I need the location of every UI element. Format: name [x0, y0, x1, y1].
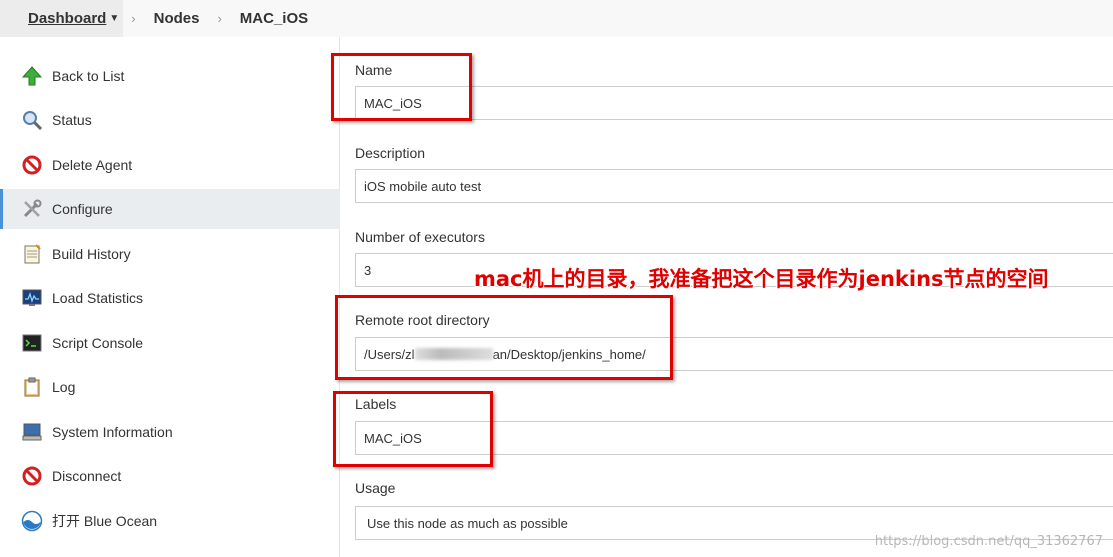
breadcrumb-current[interactable]: MAC_iOS — [230, 0, 318, 37]
no-entry-icon — [21, 465, 43, 487]
annotation-middle: 机上的目录，我准备把这个目录作为 — [522, 267, 859, 291]
sidebar-item-system-information[interactable]: System Information — [0, 412, 340, 452]
blue-ocean-icon — [21, 510, 43, 532]
annotation-end: 节点的空间 — [943, 267, 1049, 291]
highlight-box-labels — [333, 391, 493, 467]
usage-select-value: Use this node as much as possible — [367, 515, 568, 531]
executors-label: Number of executors — [355, 229, 485, 245]
breadcrumb-dashboard[interactable]: Dashboard ▼ — [0, 0, 124, 37]
description-input-value: iOS mobile auto test — [364, 178, 482, 194]
annotation-text: mac机上的目录，我准备把这个目录作为jenkins节点的空间 — [474, 263, 1049, 293]
computer-icon — [21, 421, 43, 443]
usage-label: Usage — [355, 480, 396, 496]
watermark: https://blog.csdn.net/qq_31362767 — [874, 534, 1103, 549]
sidebar-item-load-statistics[interactable]: Load Statistics — [0, 278, 340, 318]
up-arrow-icon — [21, 65, 43, 87]
sidebar-item-label: System Information — [52, 424, 173, 440]
terminal-icon — [21, 332, 43, 354]
sidebar-item-label: Configure — [52, 201, 113, 217]
sidebar-item-back-to-list[interactable]: Back to List — [0, 56, 340, 96]
breadcrumb-dashboard-label[interactable]: Dashboard — [28, 10, 106, 27]
sidebar-item-label: Status — [52, 112, 92, 128]
sidebar-item-label: Script Console — [52, 335, 144, 351]
sidebar-item-delete-agent[interactable]: Delete Agent — [0, 145, 340, 185]
magnifier-icon — [21, 109, 43, 131]
breadcrumb-separator: › — [131, 11, 136, 26]
chevron-down-icon[interactable]: ▼ — [109, 13, 119, 24]
description-label: Description — [355, 145, 426, 161]
breadcrumb-separator: › — [217, 11, 222, 26]
breadcrumb-nodes-label[interactable]: Nodes — [154, 10, 200, 27]
sidebar-item-label: Back to List — [52, 68, 125, 84]
notepad-icon — [21, 243, 43, 265]
breadcrumb: Dashboard ▼ › Nodes › MAC_iOS — [0, 0, 1113, 37]
clipboard-icon — [21, 376, 43, 398]
highlight-box-remote-root — [335, 295, 673, 380]
annotation-bold-prefix: mac — [474, 267, 523, 291]
sidebar-item-configure[interactable]: Configure — [0, 189, 340, 229]
description-input[interactable]: iOS mobile auto test — [355, 169, 1113, 203]
sidebar-item-status[interactable]: Status — [0, 100, 340, 140]
sidebar-item-script-console[interactable]: Script Console — [0, 323, 340, 363]
sidebar-item-build-history[interactable]: Build History — [0, 234, 340, 274]
sidebar-item-blue-ocean[interactable]: 打开 Blue Ocean — [0, 501, 340, 541]
no-entry-icon — [21, 154, 43, 176]
annotation-bold-word: jenkins — [858, 267, 944, 291]
executors-input-value: 3 — [364, 262, 372, 278]
sidebar-item-label: Load Statistics — [52, 290, 144, 306]
sidebar-item-disconnect[interactable]: Disconnect — [0, 456, 340, 496]
sidebar: Back to List Status Delete Agent Configu… — [0, 37, 340, 557]
sidebar-item-log[interactable]: Log — [0, 367, 340, 407]
highlight-box-name — [331, 53, 472, 121]
sidebar-item-label: Build History — [52, 246, 131, 262]
sidebar-item-label: Delete Agent — [52, 157, 133, 173]
sidebar-item-label: 打开 Blue Ocean — [52, 513, 158, 529]
breadcrumb-current-label[interactable]: MAC_iOS — [240, 10, 308, 27]
breadcrumb-nodes[interactable]: Nodes — [144, 0, 210, 37]
wrench-screwdriver-icon — [21, 198, 43, 220]
sidebar-item-label: Disconnect — [52, 468, 122, 484]
sidebar-item-label: Log — [52, 379, 76, 395]
monitor-graph-icon — [21, 287, 43, 309]
